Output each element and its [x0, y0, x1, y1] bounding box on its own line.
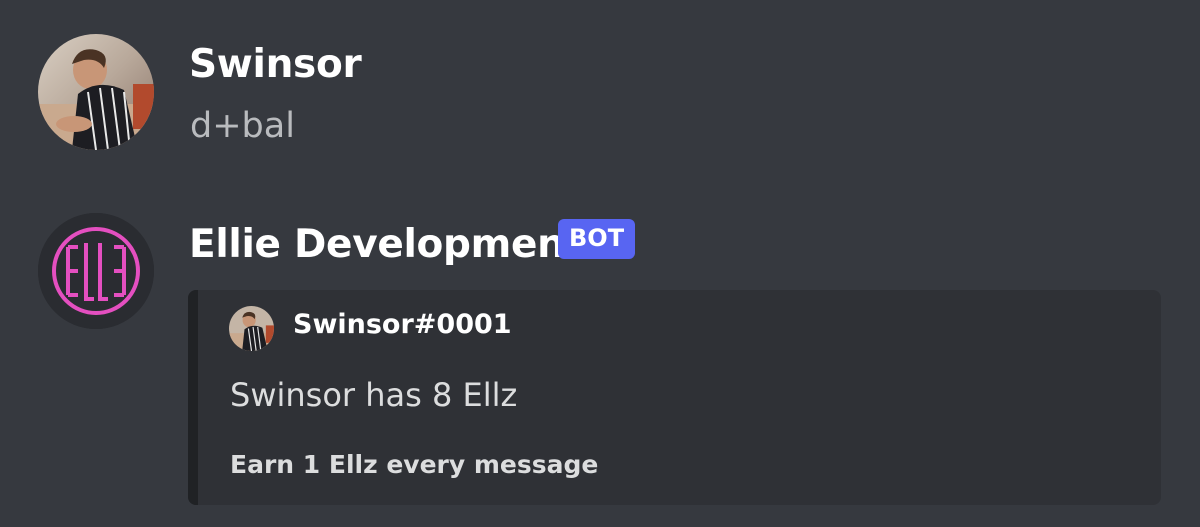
embed-author-name[interactable]: Swinsor#0001	[293, 309, 512, 340]
embed-footer: Earn 1 Ellz every message	[230, 450, 599, 479]
chat-view: Swinsor d+bal Ellie Development BOT Swin…	[0, 0, 1200, 527]
embed-description: Swinsor has 8 Ellz	[230, 376, 518, 414]
bot-badge: BOT	[558, 219, 636, 259]
user-avatar[interactable]	[38, 34, 154, 150]
user-photo-icon	[38, 34, 154, 150]
ellz-logo-icon	[38, 213, 154, 329]
embed-author-avatar[interactable]	[229, 306, 274, 351]
user-photo-icon	[229, 306, 274, 351]
embed-accent-bar	[188, 290, 198, 505]
bot-avatar[interactable]	[38, 213, 154, 329]
message-author[interactable]: Swinsor	[189, 42, 362, 87]
message-content: d+bal	[190, 106, 295, 146]
message-author[interactable]: Ellie Development	[189, 222, 583, 267]
embed: Swinsor#0001 Swinsor has 8 Ellz Earn 1 E…	[188, 290, 1161, 505]
